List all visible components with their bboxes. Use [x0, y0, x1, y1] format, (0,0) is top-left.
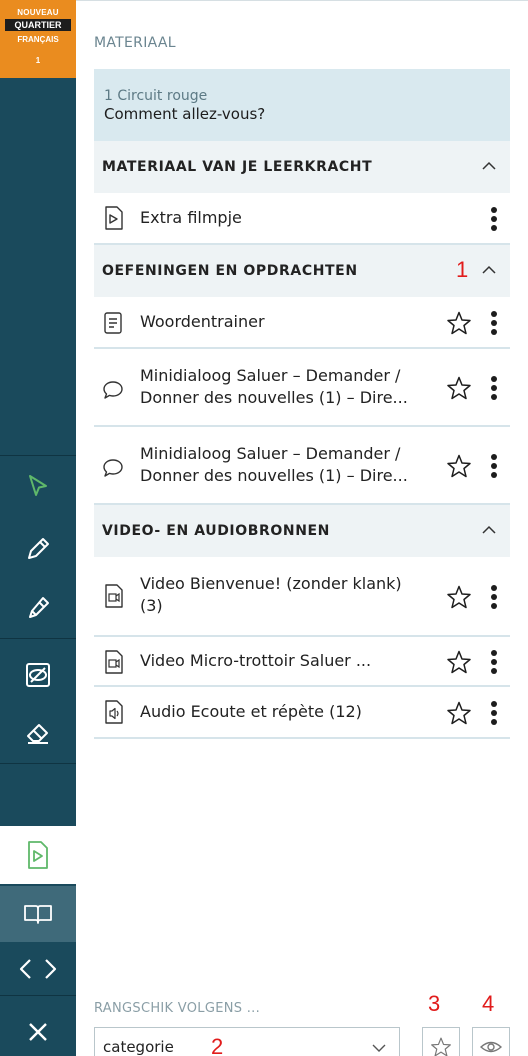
eye-icon — [480, 1041, 502, 1053]
section-label: MATERIAAL VAN JE LEERKRACHT — [102, 159, 373, 175]
favorites-filter-button[interactable] — [422, 1027, 460, 1056]
book-icon — [24, 905, 52, 924]
star-icon[interactable] — [446, 375, 472, 401]
video-file-icon — [105, 650, 123, 674]
lesson-title: Comment allez-vous? — [104, 105, 266, 123]
code-icon — [19, 959, 57, 979]
pencil-tool-button[interactable] — [0, 520, 76, 578]
list-item[interactable]: Minidialoog Saluer – Demander / Donner d… — [94, 427, 510, 505]
chevron-down-icon — [372, 1044, 386, 1052]
more-options-icon[interactable] — [490, 375, 498, 401]
list-item[interactable]: Minidialoog Saluer – Demander / Donner d… — [94, 349, 510, 427]
list-item[interactable]: Video Bienvenue! (zonder klank) (3) — [94, 557, 510, 637]
toolbar-divider — [0, 995, 76, 996]
close-button[interactable] — [0, 1008, 76, 1056]
exercise-icon — [28, 841, 48, 869]
more-options-icon[interactable] — [490, 584, 498, 610]
logo-line-2: QUARTIER — [5, 19, 71, 31]
item-label-line1: Minidialoog Saluer – Demander / — [140, 444, 401, 463]
list-item[interactable]: Woordentrainer — [94, 297, 510, 349]
exercise-tool-button[interactable] — [0, 826, 76, 884]
section-header-oefeningen[interactable]: OEFENINGEN EN OPDRACHTEN 1 — [94, 245, 510, 297]
document-icon — [104, 312, 122, 334]
item-label-line1: Video Bienvenue! (zonder klank) — [140, 574, 402, 593]
visibility-filter-button[interactable] — [472, 1027, 510, 1056]
star-icon[interactable] — [446, 584, 472, 610]
speech-bubble-icon — [103, 381, 123, 399]
chevron-up-icon — [482, 265, 496, 274]
book-tool-button[interactable] — [0, 886, 76, 942]
eraser-icon — [27, 724, 48, 744]
annotation-marker: 4 — [482, 991, 495, 1016]
sort-label: RANGSCHIK VOLGENS ... — [94, 1001, 261, 1016]
highlighter-icon — [29, 597, 49, 618]
hide-tool-button[interactable] — [0, 646, 76, 704]
logo-line-3: FRANÇAIS — [17, 35, 59, 44]
section-label: VIDEO- EN AUDIOBRONNEN — [102, 523, 330, 539]
eraser-tool-button[interactable] — [0, 704, 76, 762]
toolbar-divider — [0, 638, 76, 639]
list-item[interactable]: Video Micro-trottoir Saluer ... — [94, 637, 510, 687]
star-icon[interactable] — [446, 700, 472, 726]
star-icon[interactable] — [446, 649, 472, 675]
section-header-video-audio[interactable]: VIDEO- EN AUDIOBRONNEN — [94, 505, 510, 557]
more-options-icon[interactable] — [490, 206, 498, 232]
toolbar-divider — [0, 763, 76, 764]
item-label-line2: Donner des nouvelles (1) – Dire... — [140, 388, 408, 407]
more-options-icon[interactable] — [490, 453, 498, 479]
item-label: Extra filmpje — [140, 208, 242, 227]
item-label-line2: (3) — [140, 596, 163, 615]
panel-title: MATERIAAL — [94, 35, 176, 51]
section-header-leerkracht[interactable]: MATERIAAL VAN JE LEERKRACHT — [94, 141, 510, 193]
cursor-tool-button[interactable] — [0, 462, 76, 510]
list-item[interactable]: Audio Ecoute et répète (12) — [94, 687, 510, 739]
annotation-marker: 3 — [428, 991, 441, 1016]
sort-select[interactable]: categorie 2 — [94, 1027, 400, 1056]
cursor-icon — [29, 475, 47, 496]
book-logo: NOUVEAU QUARTIER FRANÇAIS 1 — [0, 0, 76, 78]
chevron-up-icon — [482, 525, 496, 534]
left-toolbar: NOUVEAU QUARTIER FRANÇAIS 1 — [0, 0, 76, 1056]
hide-icon — [26, 663, 50, 687]
item-label-line1: Minidialoog Saluer – Demander / — [140, 366, 401, 385]
list-item[interactable]: Extra filmpje — [94, 193, 510, 245]
star-icon — [431, 1037, 451, 1056]
annotation-marker: 2 — [211, 1034, 224, 1056]
chevron-up-icon — [482, 161, 496, 170]
material-panel: MATERIAAL 1 Circuit rouge Comment allez-… — [76, 0, 528, 1056]
video-file-icon — [105, 206, 123, 230]
logo-line-4: 1 — [35, 56, 41, 65]
more-options-icon[interactable] — [490, 310, 498, 336]
more-options-icon[interactable] — [490, 649, 498, 675]
more-options-icon[interactable] — [490, 700, 498, 726]
star-icon[interactable] — [446, 453, 472, 479]
logo-line-1: NOUVEAU — [17, 8, 59, 17]
item-label: Video Micro-trottoir Saluer ... — [140, 651, 372, 670]
code-tool-button[interactable] — [0, 944, 76, 994]
sort-select-value: categorie — [103, 1038, 174, 1056]
close-icon — [29, 1023, 47, 1041]
lesson-subtitle: 1 Circuit rouge — [104, 88, 208, 104]
star-icon[interactable] — [446, 310, 472, 336]
speech-bubble-icon — [103, 459, 123, 477]
audio-file-icon — [105, 700, 123, 724]
section-label: OEFENINGEN EN OPDRACHTEN — [102, 263, 358, 279]
item-label: Woordentrainer — [140, 312, 265, 331]
item-label-line2: Donner des nouvelles (1) – Dire... — [140, 466, 408, 485]
highlighter-tool-button[interactable] — [0, 578, 76, 636]
item-label: Audio Ecoute et répète (12) — [140, 702, 362, 721]
pencil-icon — [28, 538, 49, 559]
annotation-marker: 1 — [456, 257, 469, 282]
toolbar-divider — [0, 455, 76, 456]
video-file-icon — [105, 584, 123, 608]
